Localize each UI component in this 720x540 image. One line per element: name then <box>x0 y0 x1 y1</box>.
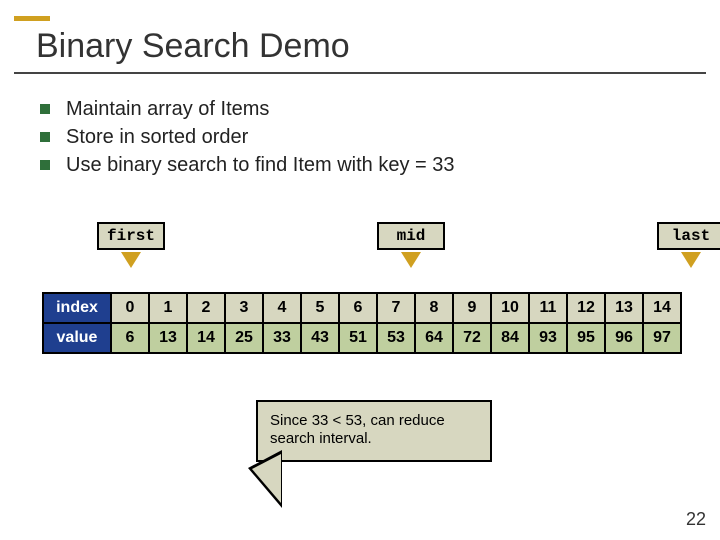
array-table: index 0 1 2 3 4 5 6 7 8 9 10 11 12 13 14… <box>42 292 682 354</box>
index-cell: 7 <box>377 293 415 323</box>
index-cell: 8 <box>415 293 453 323</box>
bullet-icon <box>40 160 50 170</box>
title-accent <box>14 16 50 21</box>
index-cell: 3 <box>225 293 263 323</box>
pointer-last-label: last <box>657 222 720 250</box>
index-cell: 10 <box>491 293 529 323</box>
title-rule <box>14 72 706 74</box>
index-cell: 14 <box>643 293 681 323</box>
list-item: Store in sorted order <box>40 124 680 150</box>
pointer-mid-label: mid <box>377 222 445 250</box>
bullet-list: Maintain array of Items Store in sorted … <box>40 96 680 180</box>
list-item: Maintain array of Items <box>40 96 680 122</box>
index-cell: 4 <box>263 293 301 323</box>
value-cell: 25 <box>225 323 263 353</box>
index-cell: 1 <box>149 293 187 323</box>
callout-tail-icon <box>248 450 282 508</box>
list-item: Use binary search to find Item with key … <box>40 152 680 178</box>
index-cell: 9 <box>453 293 491 323</box>
table-row: index 0 1 2 3 4 5 6 7 8 9 10 11 12 13 14 <box>43 293 681 323</box>
row-header-index: index <box>43 293 111 323</box>
value-cell: 93 <box>529 323 567 353</box>
row-header-value: value <box>43 323 111 353</box>
value-cell: 14 <box>187 323 225 353</box>
pointer-row: first mid last <box>0 222 720 292</box>
callout-box: Since 33 < 53, can reduce search interva… <box>256 400 492 462</box>
page-number: 22 <box>686 509 706 530</box>
pointer-mid: mid <box>377 222 445 268</box>
value-cell: 84 <box>491 323 529 353</box>
index-cell: 12 <box>567 293 605 323</box>
slide-title: Binary Search Demo <box>14 23 706 72</box>
bullet-text: Maintain array of Items <box>66 96 269 122</box>
bullet-text: Store in sorted order <box>66 124 248 150</box>
value-cell: 64 <box>415 323 453 353</box>
arrow-down-icon <box>681 252 701 268</box>
arrow-down-icon <box>401 252 421 268</box>
value-cell: 72 <box>453 323 491 353</box>
bullet-text: Use binary search to find Item with key … <box>66 152 455 178</box>
index-cell: 13 <box>605 293 643 323</box>
value-cell: 43 <box>301 323 339 353</box>
title-block: Binary Search Demo <box>14 16 706 74</box>
callout-text: Since 33 < 53, can reduce search interva… <box>270 412 445 447</box>
value-cell: 96 <box>605 323 643 353</box>
pointer-last: last <box>657 222 720 268</box>
arrow-down-icon <box>121 252 141 268</box>
value-cell: 33 <box>263 323 301 353</box>
value-cell: 51 <box>339 323 377 353</box>
value-cell: 95 <box>567 323 605 353</box>
pointer-first-label: first <box>97 222 165 250</box>
pointer-first: first <box>97 222 165 268</box>
index-cell: 11 <box>529 293 567 323</box>
value-cell: 97 <box>643 323 681 353</box>
index-cell: 2 <box>187 293 225 323</box>
value-cell: 13 <box>149 323 187 353</box>
value-cell: 6 <box>111 323 149 353</box>
bullet-icon <box>40 132 50 142</box>
value-cell: 53 <box>377 323 415 353</box>
index-cell: 0 <box>111 293 149 323</box>
table-row: value 6 13 14 25 33 43 51 53 64 72 84 93… <box>43 323 681 353</box>
bullet-icon <box>40 104 50 114</box>
index-cell: 5 <box>301 293 339 323</box>
index-cell: 6 <box>339 293 377 323</box>
